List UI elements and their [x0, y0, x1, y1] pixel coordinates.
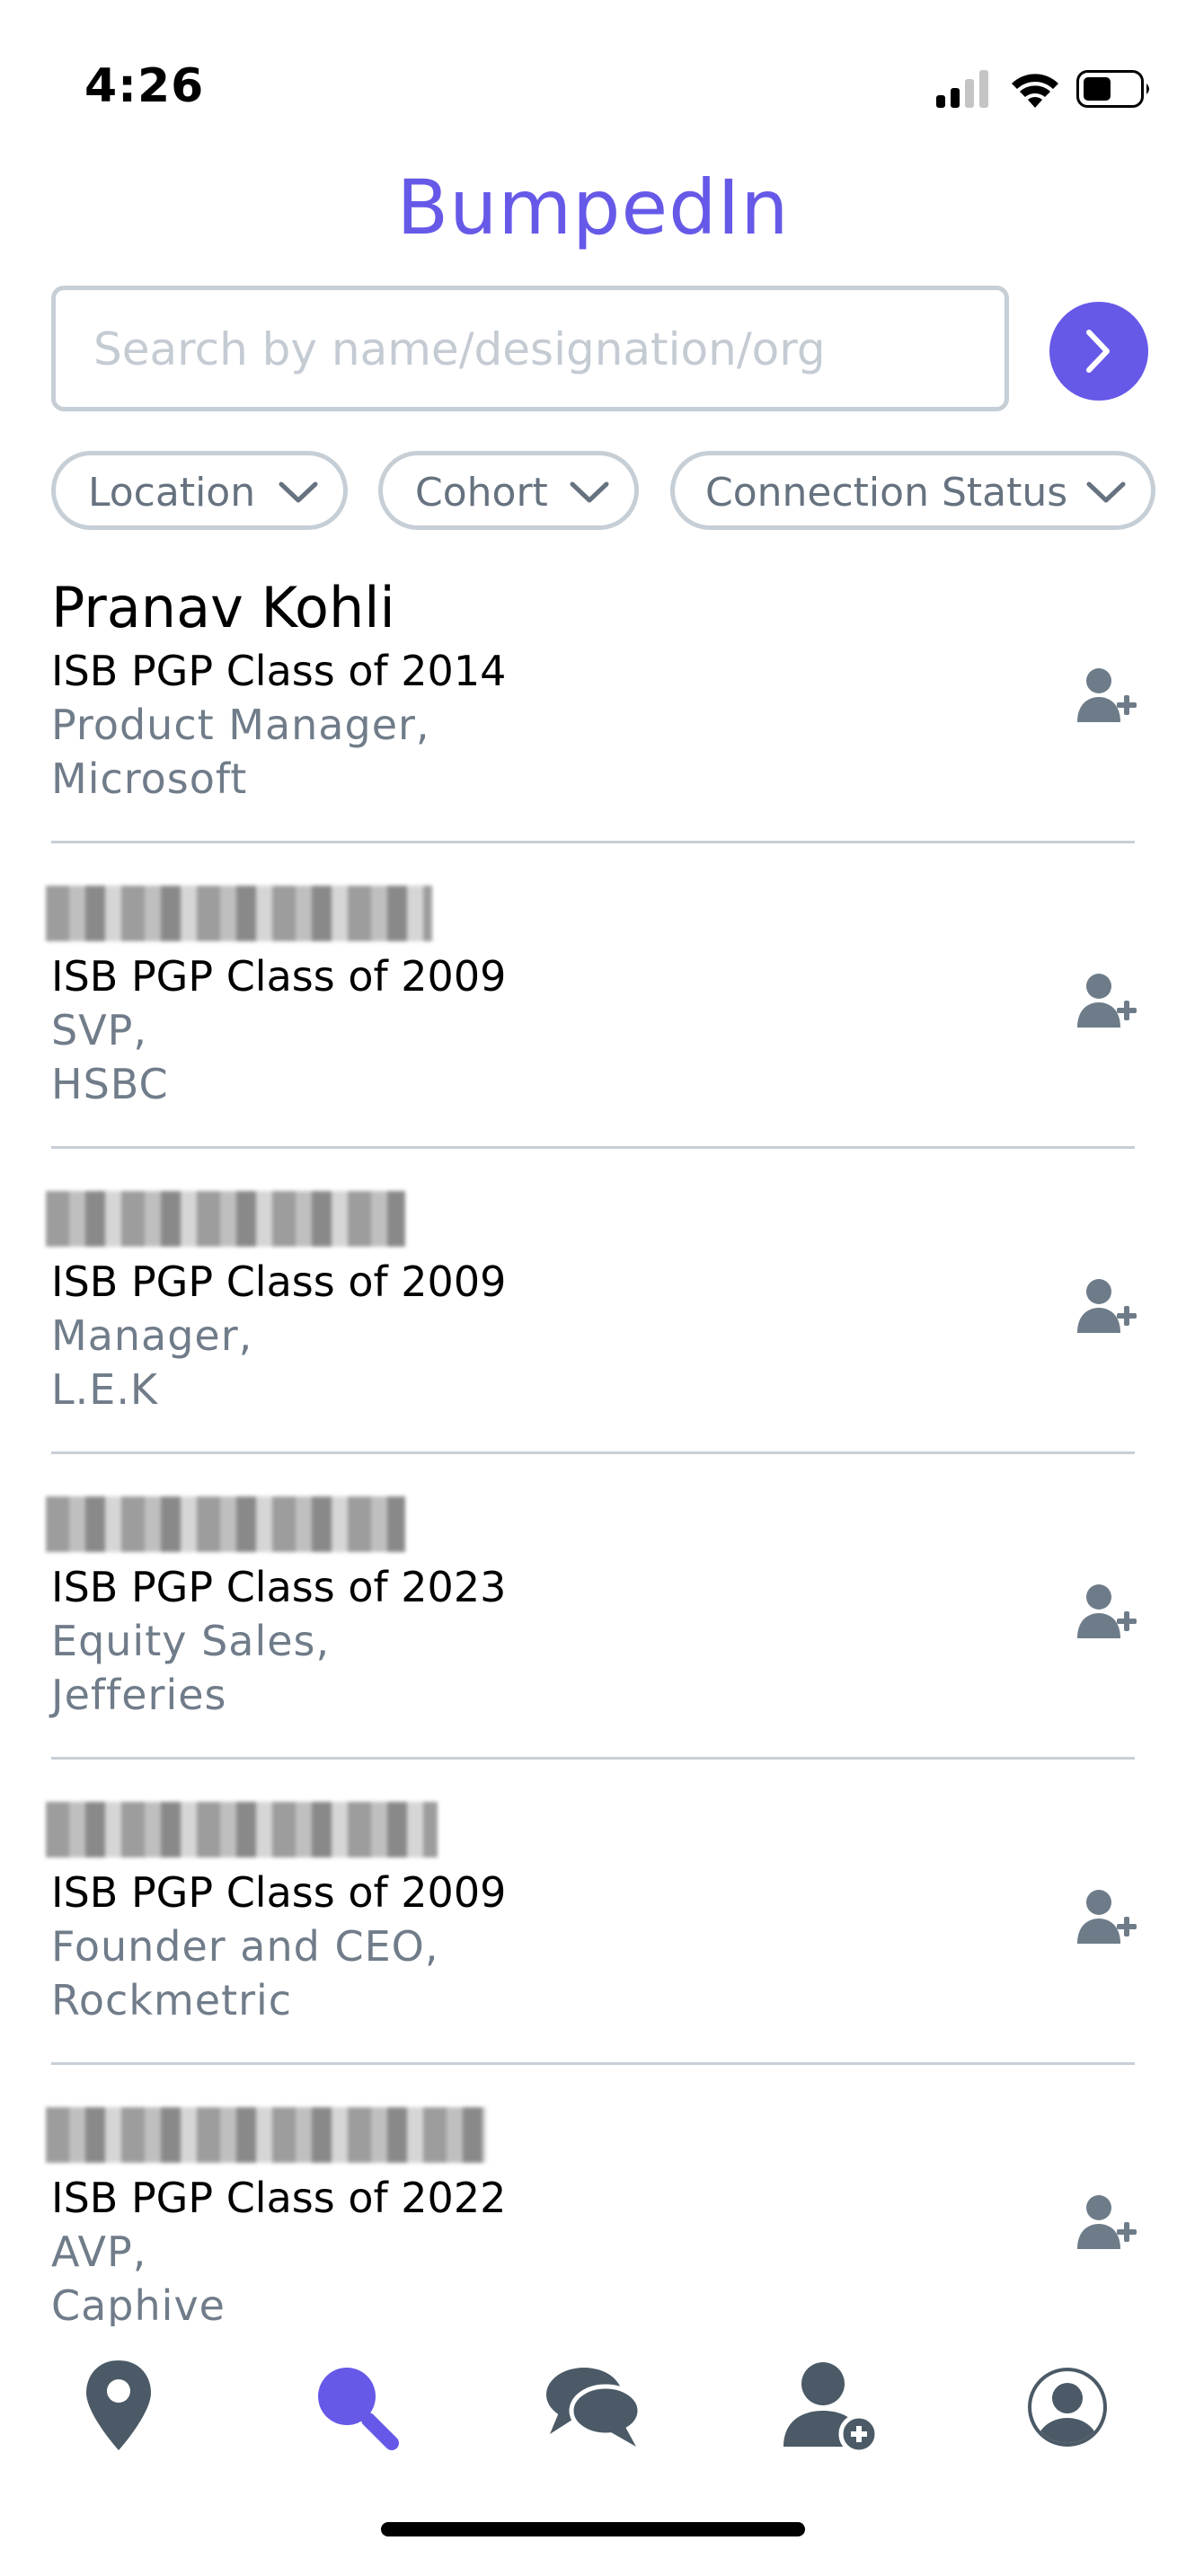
add-person-icon[interactable]: [1075, 2192, 1138, 2254]
bottom-tab-bar: [0, 2326, 1186, 2576]
add-person-icon[interactable]: [1075, 665, 1138, 728]
status-icons: [936, 66, 1152, 111]
person-org: Rockmetric: [51, 1976, 293, 2025]
person-designation: Founder and CEO,: [51, 1922, 439, 1971]
list-item[interactable]: ISB PGP Class of 2009 Manager, L.E.K: [46, 1186, 1137, 1489]
person-cohort: ISB PGP Class of 2022: [51, 2174, 507, 2222]
battery-icon: [1076, 70, 1149, 108]
list-divider: [51, 1757, 1135, 1760]
tab-search[interactable]: [302, 2353, 410, 2461]
obscured-name: [46, 1496, 405, 1552]
person-designation: Manager,: [51, 1311, 253, 1360]
cellular-signal-icon: [936, 70, 988, 108]
home-indicator[interactable]: [381, 2522, 805, 2536]
obscured-name: [46, 2107, 486, 2163]
status-bar: 4:26: [0, 0, 1186, 180]
chevron-down-icon: [570, 481, 609, 503]
person-designation: Equity Sales,: [51, 1617, 331, 1665]
tab-map[interactable]: [65, 2353, 173, 2461]
add-person-icon[interactable]: [1075, 1581, 1138, 1644]
person-org: Jefferies: [51, 1671, 227, 1719]
filter-location[interactable]: Location: [51, 451, 348, 530]
filter-location-label: Location: [88, 470, 256, 516]
chevron-down-icon: [279, 481, 318, 503]
tab-profile[interactable]: [1013, 2353, 1121, 2461]
add-person-icon[interactable]: [1075, 1275, 1138, 1338]
results-list[interactable]: Pranav Kohli ISB PGP Class of 2014 Produ…: [0, 557, 1186, 2326]
add-person-icon[interactable]: [1075, 1886, 1138, 1949]
list-item[interactable]: ISB PGP Class of 2009 SVP, HSBC: [46, 880, 1137, 1184]
list-divider: [51, 2062, 1135, 2065]
add-contact-icon: [783, 2362, 880, 2455]
filter-connection-status[interactable]: Connection Status: [670, 451, 1155, 530]
list-item[interactable]: Pranav Kohli ISB PGP Class of 2014 Produ…: [51, 575, 1137, 878]
person-org: Microsoft: [51, 754, 248, 803]
person-name: Pranav Kohli: [51, 575, 395, 640]
list-item[interactable]: ISB PGP Class of 2009 Founder and CEO, R…: [46, 1796, 1137, 2100]
person-org: Caphive: [51, 2281, 226, 2326]
search-input[interactable]: [92, 290, 976, 409]
person-cohort: ISB PGP Class of 2009: [51, 1868, 507, 1917]
obscured-name: [46, 886, 432, 941]
tab-requests[interactable]: [776, 2353, 884, 2461]
filter-connection-status-label: Connection Status: [705, 470, 1068, 516]
search-box[interactable]: [51, 286, 1009, 411]
search-submit-button[interactable]: [1049, 302, 1148, 401]
filter-cohort-label: Cohort: [415, 470, 548, 516]
person-cohort: ISB PGP Class of 2023: [51, 1563, 507, 1611]
list-divider: [51, 1451, 1135, 1454]
person-designation: Product Manager,: [51, 701, 430, 749]
map-pin-icon: [86, 2360, 151, 2450]
person-org: L.E.K: [51, 1365, 159, 1414]
obscured-name: [46, 1802, 438, 1857]
person-org: HSBC: [51, 1060, 169, 1108]
wifi-icon: [1012, 74, 1058, 108]
chevron-down-icon: [1086, 481, 1126, 503]
list-item[interactable]: ISB PGP Class of 2022 AVP, Caphive: [46, 2102, 1137, 2326]
person-cohort: ISB PGP Class of 2009: [51, 952, 507, 1001]
chat-icon: [546, 2368, 642, 2447]
person-cohort: ISB PGP Class of 2014: [51, 647, 507, 695]
filter-cohort[interactable]: Cohort: [378, 451, 639, 530]
status-indicators-icon: [936, 70, 1149, 108]
list-item[interactable]: ISB PGP Class of 2023 Equity Sales, Jeff…: [46, 1491, 1137, 1795]
person-designation: AVP,: [51, 2228, 147, 2276]
chevron-right-icon: [1086, 330, 1110, 373]
person-cohort: ISB PGP Class of 2009: [51, 1257, 507, 1306]
search-icon: [318, 2368, 399, 2450]
obscured-name: [46, 1191, 405, 1247]
person-designation: SVP,: [51, 1006, 148, 1054]
app-title: BumpedIn: [396, 163, 790, 251]
list-divider: [51, 841, 1135, 843]
status-time: 4:26: [84, 59, 205, 113]
add-person-icon[interactable]: [1075, 970, 1138, 1033]
list-divider: [51, 1146, 1135, 1149]
profile-icon: [1028, 2368, 1107, 2447]
tab-chat[interactable]: [539, 2353, 647, 2461]
